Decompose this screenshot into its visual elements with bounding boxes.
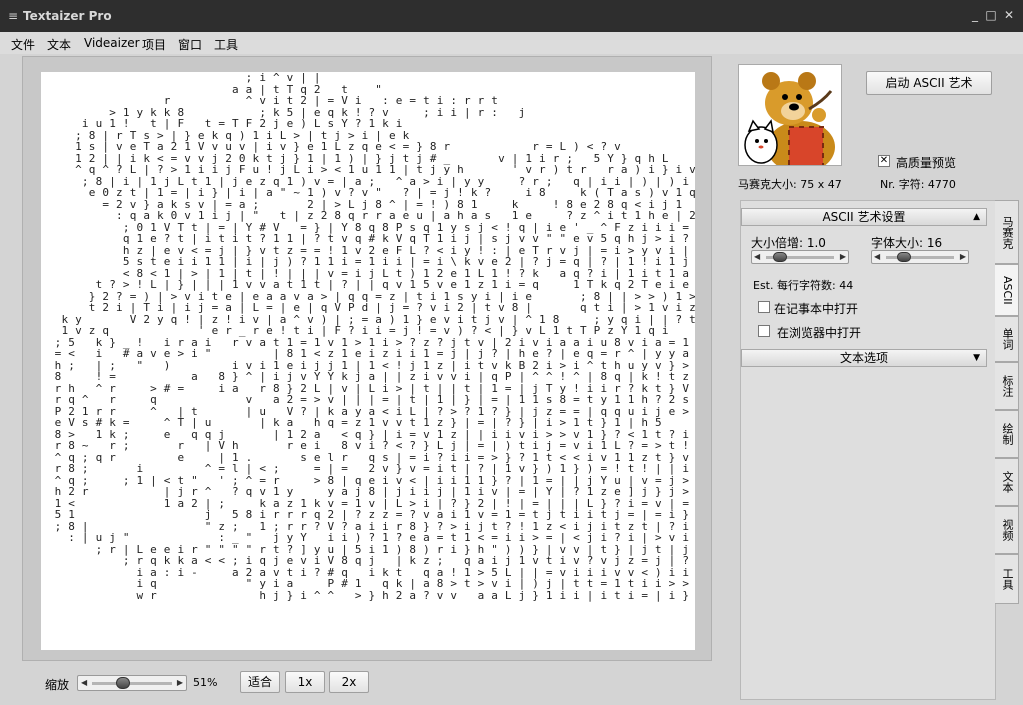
mosaic-size-text: 马赛克大小: 75 x 47 [738, 178, 842, 191]
zoom-bar: 缩放 ◀ ▶ 51% 适合 1x 2x [0, 664, 720, 704]
ascii-art-line: w r h j } i ^ ^ > } h 2 a ? v v a a L j … [136, 588, 690, 602]
slider-right-arrow-icon[interactable]: ▶ [177, 678, 183, 687]
hq-preview-label: 高质量预览 [896, 156, 957, 170]
open-in-notepad-label: 在记事本中打开 [774, 302, 859, 316]
slider-right-arrow-icon[interactable]: ▶ [960, 252, 966, 261]
text-options-header[interactable]: 文本选项 ▼ [741, 349, 987, 367]
menu-window[interactable]: 窗口 [178, 36, 202, 53]
ascii-art-line: q 1 e ? t | i t i t ? 1 1 | ? t v q # k … [122, 232, 690, 245]
ascii-art-line: ; i ^ v | | [41, 72, 321, 84]
tab-annotation[interactable]: 标注 [995, 362, 1019, 410]
close-button[interactable]: ✕ [1002, 8, 1016, 22]
font-size-knob[interactable] [897, 252, 912, 262]
ascii-art-line: 1 v z q ' e r _ r e ! t i | F ? i i = j … [61, 324, 669, 337]
ascii-settings-panel: ASCII 艺术设置 ▲ 大小倍增: 1.0 字体大小: 16 ◀ ▶ ◀ ▶ … [740, 200, 996, 700]
ascii-art-line: : q a k 0 v 1 i j | " t | z 2 8 q r r a … [41, 209, 695, 222]
tab-ascii[interactable]: ASCII [995, 264, 1019, 316]
ascii-art-line: e 0 z t | 1 = | i } | i | a " ~ 1 ) v ? … [41, 186, 695, 199]
zoom-value: 51% [193, 676, 218, 689]
tab-draw[interactable]: 绘制 [995, 410, 1019, 458]
font-size-slider[interactable]: ◀ ▶ [871, 250, 969, 264]
tab-words[interactable]: 单词 [995, 316, 1019, 362]
ascii-art-line: 5 1 j 5 8 i r r r q 2 | ? z z = ? v a i … [41, 508, 695, 521]
tab-tools[interactable]: 工具 [995, 554, 1019, 604]
slider-left-arrow-icon[interactable]: ◀ [81, 678, 87, 687]
ascii-art-line: 5 s t e i i 1 1 | i | j ) ? 1 1 i = 1 i … [122, 255, 690, 268]
ascii-settings-header[interactable]: ASCII 艺术设置 ▲ [741, 208, 987, 226]
est-chars-per-line: Est. 每行字符数: 44 [753, 279, 854, 292]
hq-preview-checkbox[interactable]: ✕ [878, 155, 890, 167]
source-image-thumbnail [738, 64, 842, 166]
ascii-art-line: ^ q ^ ? L | ? > 1 i i j F u ! j L i > < … [41, 163, 695, 176]
preview-viewport[interactable]: ; i ^ v | | a a | t T q 2 t " r ^ v i t … [22, 56, 712, 661]
slider-left-arrow-icon[interactable]: ◀ [874, 252, 880, 261]
ascii-art-line: e V s # k = ^ T | u | k a h q = z 1 v v … [54, 416, 662, 429]
open-in-browser-checkbox[interactable] [758, 325, 770, 337]
ascii-art-text: ; i ^ v | | a a | t T q 2 t " r ^ v i t … [41, 72, 695, 650]
ascii-art-line: r q ^ r q v a 2 = > v | | | = | t | 1 | … [54, 393, 690, 406]
ascii-art-line: r 8 ; i ^ = l | < ; = | = 2 v } v = i t … [54, 462, 690, 475]
zoom-slider-knob[interactable] [116, 677, 130, 689]
menu-bar: 文件 文本 Videaizer 项目 窗口 工具 [0, 32, 1023, 54]
window-title: Textaizer Pro [23, 9, 112, 23]
open-in-browser-label: 在浏览器中打开 [777, 326, 862, 340]
char-count-text: Nr. 字符: 4770 [880, 178, 956, 191]
ascii-art-line: h 2 r | j r ^ ? q v 1 y y a j 8 | j i i … [54, 485, 690, 498]
slider-track [886, 256, 954, 259]
zoom-slider[interactable]: ◀ ▶ [77, 675, 187, 691]
size-multiplier-slider[interactable]: ◀ ▶ [751, 250, 849, 264]
menu-tools[interactable]: 工具 [214, 36, 238, 53]
maximize-button[interactable]: □ [984, 8, 998, 22]
menu-file[interactable]: 文件 [11, 36, 35, 53]
ascii-art-line: i q " y i a P # 1 q k | a 8 > t > v i | … [136, 577, 690, 590]
ascii-art-line: t 2 i | T i | i j = a | L = | e | q V P … [88, 301, 695, 314]
zoom-2x-button[interactable]: 2x [329, 671, 369, 693]
ascii-art-line: 8 ! = a 8 } ^ | i j v Y Y k j a | | z i … [54, 370, 690, 383]
slider-right-arrow-icon[interactable]: ▶ [840, 252, 846, 261]
ascii-art-line: 1 s | v e T a 2 1 V v u v | i v } e 1 L … [41, 140, 621, 153]
ascii-settings-title: ASCII 艺术设置 [822, 210, 906, 224]
text-options-title: 文本选项 [839, 351, 888, 365]
bear-cartoon-image [739, 65, 841, 165]
ascii-art-line: r ^ v i t 2 | = V i : e = t i : r r t [41, 94, 499, 107]
tab-video[interactable]: 视频 [995, 506, 1019, 554]
minimize-button[interactable]: _ [968, 8, 982, 22]
slider-track [92, 682, 172, 685]
expand-down-icon[interactable]: ▼ [973, 350, 980, 366]
side-tab-strip: 马赛克 ASCII 单词 标注 绘制 文本 视频 工具 [995, 200, 1019, 620]
ascii-art-line: = < i # a v e > i " | 8 1 < z 1 e i z i … [54, 347, 690, 360]
ascii-art-line: t ? > ! L | } | | | 1 v v a t 1 t | ? | … [95, 278, 690, 291]
slider-left-arrow-icon[interactable]: ◀ [754, 252, 760, 261]
ascii-art-line: r 8 ~ r ; r | V h r e i 8 v i ? < ? } L … [54, 439, 690, 452]
size-multiplier-knob[interactable] [773, 252, 787, 262]
open-in-notepad-checkbox[interactable] [758, 301, 770, 313]
app-menu-icon[interactable]: ≡ [8, 9, 18, 23]
ascii-art-line: : | u j " : _ " j y Y i i ) ? 1 ? e a = … [68, 531, 690, 544]
launch-ascii-art-button[interactable]: 启动 ASCII 艺术 [866, 71, 992, 95]
zoom-fit-button[interactable]: 适合 [240, 671, 280, 693]
ascii-art-line: i u 1 ! t | F t = T F 2 j e ) L s Y ? 1 … [41, 117, 403, 130]
font-size-label: 字体大小: 16 [871, 236, 943, 250]
size-multiplier-label: 大小倍增: 1.0 [751, 236, 826, 250]
menu-text[interactable]: 文本 [47, 36, 71, 53]
ascii-art-canvas[interactable]: ; i ^ v | | a a | t T q 2 t " r ^ v i t … [41, 72, 695, 650]
zoom-label: 缩放 [45, 678, 70, 692]
tab-text[interactable]: 文本 [995, 458, 1019, 506]
zoom-1x-button[interactable]: 1x [285, 671, 325, 693]
collapse-up-icon[interactable]: ▲ [973, 209, 980, 225]
menu-project[interactable]: 项目 [142, 36, 166, 53]
tab-mosaic[interactable]: 马赛克 [995, 200, 1019, 264]
menu-videaizer[interactable]: Videaizer [84, 36, 140, 50]
ascii-art-line: ; r q k k a < < ; i q j e v i V 8 q j | … [122, 554, 690, 567]
title-bar: ≡ Textaizer Pro _ □ ✕ [0, 0, 1023, 32]
